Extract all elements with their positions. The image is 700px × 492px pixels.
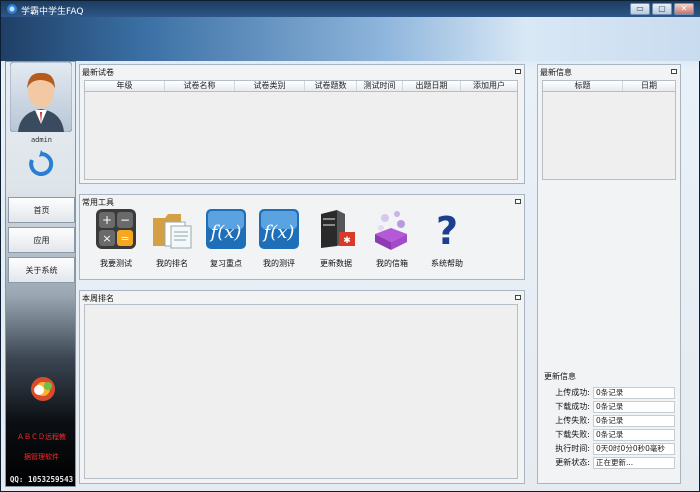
stat-download-success: 下载成功: 0条记录	[538, 401, 678, 413]
tools-panel: 常用工具 + − × = 我要测试 我的排名 f(x) 复习重点 f(x) 我的…	[79, 194, 525, 280]
stat-label: 上传失败:	[555, 416, 590, 425]
software-logo-icon	[31, 377, 55, 401]
nav-apps-button[interactable]: 应用	[8, 227, 75, 253]
column-date[interactable]: 日期	[623, 81, 675, 91]
stat-upload-success: 上传成功: 0条记录	[538, 387, 678, 399]
refresh-icon[interactable]	[27, 150, 55, 178]
stat-label: 上传成功:	[555, 388, 590, 397]
user-avatar-icon	[10, 62, 72, 132]
question-mark-icon: ?	[436, 209, 458, 250]
stat-value: 0条记录	[593, 387, 675, 399]
column-paper-name[interactable]: 试卷名称	[165, 81, 235, 91]
tool-system-help[interactable]: ? 系统帮助	[415, 208, 471, 274]
header-banner	[1, 17, 700, 61]
collapse-button[interactable]	[671, 69, 677, 74]
stat-update-status: 更新状态: 正在更新...	[538, 457, 678, 469]
nav-home-button[interactable]: 首页	[8, 197, 75, 223]
svg-text:f(x): f(x)	[209, 222, 242, 243]
tool-label: 系统帮助	[431, 259, 463, 268]
promo-text-2: 据管理软件	[24, 453, 59, 461]
stat-value: 正在更新...	[593, 457, 675, 469]
app-window: 学霸中学生FAQ ▭ ▢ ✕ admin 首页 应用 关于系统 ＡＢＣＤ远程教 …	[0, 0, 700, 492]
update-info-title: 更新信息	[544, 372, 576, 381]
collapse-button[interactable]	[515, 295, 521, 300]
column-test-time[interactable]: 测试时间	[357, 81, 403, 91]
function-fx-icon: f(x)	[259, 209, 299, 249]
info-grid-body[interactable]	[542, 92, 676, 180]
tool-label: 更新数据	[320, 259, 352, 268]
promo-text-1: ＡＢＣＤ远程教	[17, 433, 66, 441]
stat-label: 下载失败:	[555, 430, 590, 439]
svg-text:=: =	[120, 232, 129, 245]
app-icon	[7, 4, 17, 14]
latest-papers-panel: 最新试卷 年级 试卷名称 试卷类别 试卷题数 测试时间 出题日期 添加用户	[79, 64, 525, 184]
calculator-icon: + − × =	[96, 209, 136, 249]
tool-review-key-points[interactable]: f(x) 复习重点	[194, 208, 250, 274]
close-button[interactable]: ✕	[674, 3, 694, 15]
window-title: 学霸中学生FAQ	[21, 7, 84, 17]
panel-title: 最新信息	[540, 68, 572, 77]
svg-text:✱: ✱	[343, 236, 351, 246]
maximize-button[interactable]: ▢	[652, 3, 672, 15]
stat-label: 执行时间:	[555, 444, 590, 453]
svg-text:−: −	[120, 213, 130, 227]
function-fx-icon: f(x)	[206, 209, 246, 249]
stat-value: 0条记录	[593, 401, 675, 413]
nav-about-button[interactable]: 关于系统	[8, 257, 75, 283]
stat-execution-time: 执行时间: 0天0时0分0秒0毫秒	[538, 443, 678, 455]
folder-documents-icon	[153, 214, 192, 249]
svg-text:f(x): f(x)	[262, 222, 295, 243]
tool-my-mailbox[interactable]: 我的信箱	[360, 208, 416, 274]
latest-info-panel: 最新信息 标题 日期 更新信息 上传成功: 0条记录 下载成功: 0条记录 上传…	[537, 64, 681, 484]
tool-update-data[interactable]: ✱ 更新数据	[304, 208, 360, 274]
info-grid-header: 标题 日期	[542, 80, 676, 92]
svg-text:×: ×	[102, 232, 111, 245]
minimize-button[interactable]: ▭	[630, 3, 650, 15]
weekly-rank-grid[interactable]	[84, 304, 518, 479]
column-question-count[interactable]: 试卷题数	[305, 81, 357, 91]
tool-my-test[interactable]: + − × = 我要测试	[84, 208, 140, 274]
column-added-by[interactable]: 添加用户	[461, 81, 517, 91]
stat-value: 0天0时0分0秒0毫秒	[593, 443, 675, 455]
molecule-mailbox-icon	[375, 211, 407, 250]
tool-label: 我要测试	[100, 259, 132, 268]
server-update-icon: ✱	[321, 210, 355, 248]
stat-label: 下载成功:	[555, 402, 590, 411]
papers-grid-header: 年级 试卷名称 试卷类别 试卷题数 测试时间 出题日期 添加用户	[84, 80, 518, 92]
panel-title: 最新试卷	[82, 68, 114, 77]
papers-grid-body[interactable]	[84, 92, 518, 180]
weekly-rank-panel: 本周排名	[79, 290, 525, 484]
tools-strip: + − × = 我要测试 我的排名 f(x) 复习重点 f(x) 我的测评 ✱ …	[84, 208, 524, 274]
stat-upload-failed: 上传失败: 0条记录	[538, 415, 678, 427]
column-paper-category[interactable]: 试卷类别	[235, 81, 305, 91]
column-issue-date[interactable]: 出题日期	[403, 81, 461, 91]
qq-contact: QQ: 1053259543	[9, 475, 74, 484]
title-bar[interactable]: 学霸中学生FAQ ▭ ▢ ✕	[1, 1, 700, 17]
stat-download-failed: 下载失败: 0条记录	[538, 429, 678, 441]
column-title[interactable]: 标题	[543, 81, 623, 91]
stat-label: 更新状态:	[555, 458, 590, 467]
sidebar: admin 首页 应用 关于系统 ＡＢＣＤ远程教 据管理软件 QQ: 10532…	[5, 61, 76, 487]
tool-my-rank[interactable]: 我的排名	[140, 208, 196, 274]
panel-title: 常用工具	[82, 198, 114, 207]
collapse-button[interactable]	[515, 199, 521, 204]
tool-label: 我的测评	[263, 259, 295, 268]
collapse-button[interactable]	[515, 69, 521, 74]
username-label: admin	[30, 136, 53, 144]
column-grade[interactable]: 年级	[85, 81, 165, 91]
panel-title: 本周排名	[82, 294, 114, 303]
tool-my-evaluation[interactable]: f(x) 我的测评	[247, 208, 303, 274]
svg-text:+: +	[102, 213, 112, 227]
stat-value: 0条记录	[593, 429, 675, 441]
stat-value: 0条记录	[593, 415, 675, 427]
svg-text:?: ?	[436, 209, 458, 250]
